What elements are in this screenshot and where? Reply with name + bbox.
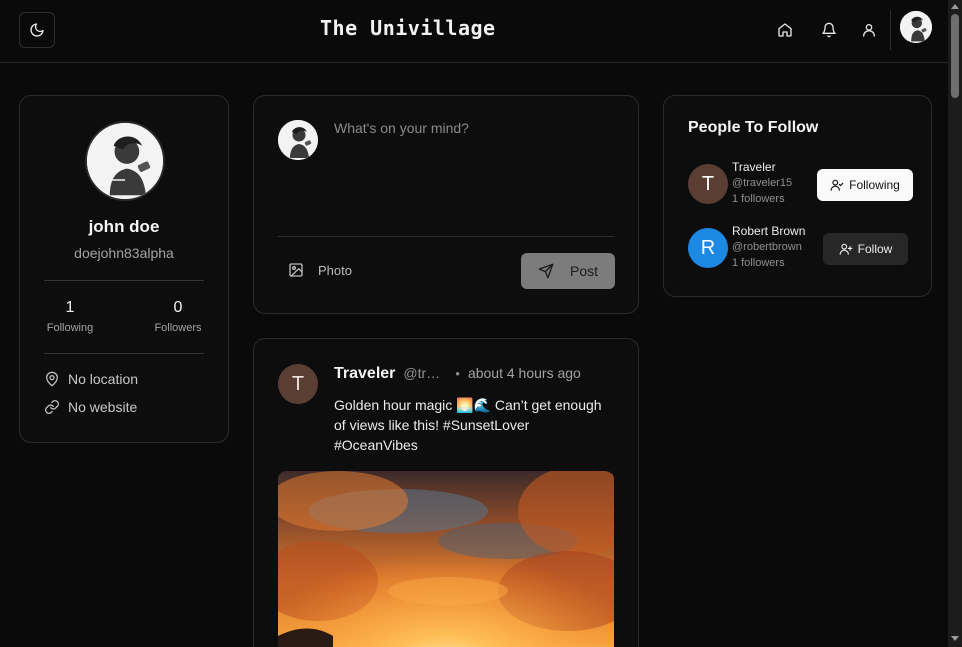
following-button-label: Following [849, 178, 900, 192]
home-nav-button[interactable] [775, 20, 795, 40]
scroll-down-arrow[interactable] [951, 636, 959, 641]
bell-icon [822, 22, 836, 38]
following-stat[interactable]: 1 Following [25, 299, 115, 334]
suggestion-followers: 1 followers [732, 193, 785, 205]
people-to-follow-title: People To Follow [688, 119, 819, 136]
suggestion-handle: @traveler15 [732, 177, 793, 189]
followers-stat[interactable]: 0 Followers [133, 299, 223, 334]
post-body-text: Golden hour magic 🌅🌊 Can’t get enough of… [334, 397, 602, 453]
profile-avatar[interactable] [85, 121, 165, 201]
post-header: Traveler @traveler15 • about 4 hours ago [334, 365, 581, 383]
people-to-follow-card: People To Follow T Traveler @traveler15 … [663, 95, 932, 297]
avatar-illustration [900, 11, 932, 43]
divider [44, 280, 204, 281]
user-icon [863, 24, 875, 37]
post-button-label: Post [569, 263, 598, 279]
scroll-up-arrow[interactable] [951, 4, 959, 9]
suggestion-name[interactable]: Traveler [732, 160, 776, 174]
scroll-thumb[interactable] [951, 14, 959, 98]
post-button[interactable]: Post [521, 253, 615, 289]
user-avatar-menu[interactable] [900, 11, 932, 43]
user-plus-icon [839, 243, 853, 255]
top-navigation-bar: The Univillage [0, 0, 948, 63]
suggestion-avatar[interactable]: R [688, 228, 728, 268]
moon-icon [30, 23, 44, 37]
feed-post: T Traveler @traveler15 • about 4 hours a… [253, 338, 639, 647]
post-text-input[interactable] [334, 120, 614, 220]
suggestion-item: R Robert Brown @robertbrown 1 followers … [688, 224, 918, 276]
post-author-handle[interactable]: @traveler15 [403, 365, 447, 381]
theme-toggle-button[interactable] [19, 12, 55, 48]
following-count: 1 [65, 299, 75, 316]
page-scrollbar[interactable] [948, 0, 962, 647]
suggestion-handle: @robertbrown [732, 241, 802, 253]
add-photo-button[interactable]: Photo [288, 262, 352, 278]
separator-dot: • [455, 366, 460, 381]
link-icon [45, 400, 59, 414]
sunset-photo [278, 471, 614, 647]
follow-button-label: Follow [857, 242, 893, 256]
location-row: No location [44, 371, 138, 387]
composer-divider [278, 236, 614, 237]
website-row: No website [44, 399, 137, 415]
suggestion-name[interactable]: Robert Brown [732, 224, 805, 238]
avatar-illustration [278, 120, 318, 160]
post-author-name[interactable]: Traveler [334, 365, 395, 383]
avatar-illustration [87, 123, 163, 199]
profile-nav-button[interactable] [859, 20, 879, 40]
post-composer: Photo Post [253, 95, 639, 314]
nav-divider [890, 10, 891, 50]
profile-card: john doe doejohn83alpha 1 Following 0 Fo… [19, 95, 229, 443]
image-icon [289, 263, 303, 277]
divider [44, 353, 204, 354]
map-pin-icon [46, 371, 58, 387]
post-author-avatar[interactable]: T [278, 364, 318, 404]
followers-label: Followers [154, 322, 202, 334]
location-text: No location [68, 371, 139, 387]
user-check-icon [830, 179, 844, 191]
suggestion-item: T Traveler @traveler15 1 followers Follo… [688, 160, 918, 212]
followers-count: 0 [173, 299, 183, 316]
profile-name: john doe [88, 217, 160, 236]
brand-title[interactable]: The Univillage [320, 16, 496, 40]
notifications-nav-button[interactable] [819, 20, 839, 40]
suggestion-followers: 1 followers [732, 257, 785, 269]
post-timestamp: about 4 hours ago [467, 365, 581, 381]
profile-handle: doejohn83alpha [74, 245, 174, 261]
suggestion-avatar[interactable]: T [688, 164, 728, 204]
post-image-sunset[interactable] [278, 471, 614, 647]
photo-label: Photo [318, 262, 352, 278]
following-button[interactable]: Following [817, 169, 913, 201]
composer-avatar [278, 120, 318, 160]
home-icon [778, 23, 792, 37]
send-icon [538, 263, 554, 279]
follow-button[interactable]: Follow [823, 233, 908, 265]
following-label: Following [46, 322, 94, 334]
website-text: No website [68, 399, 138, 415]
